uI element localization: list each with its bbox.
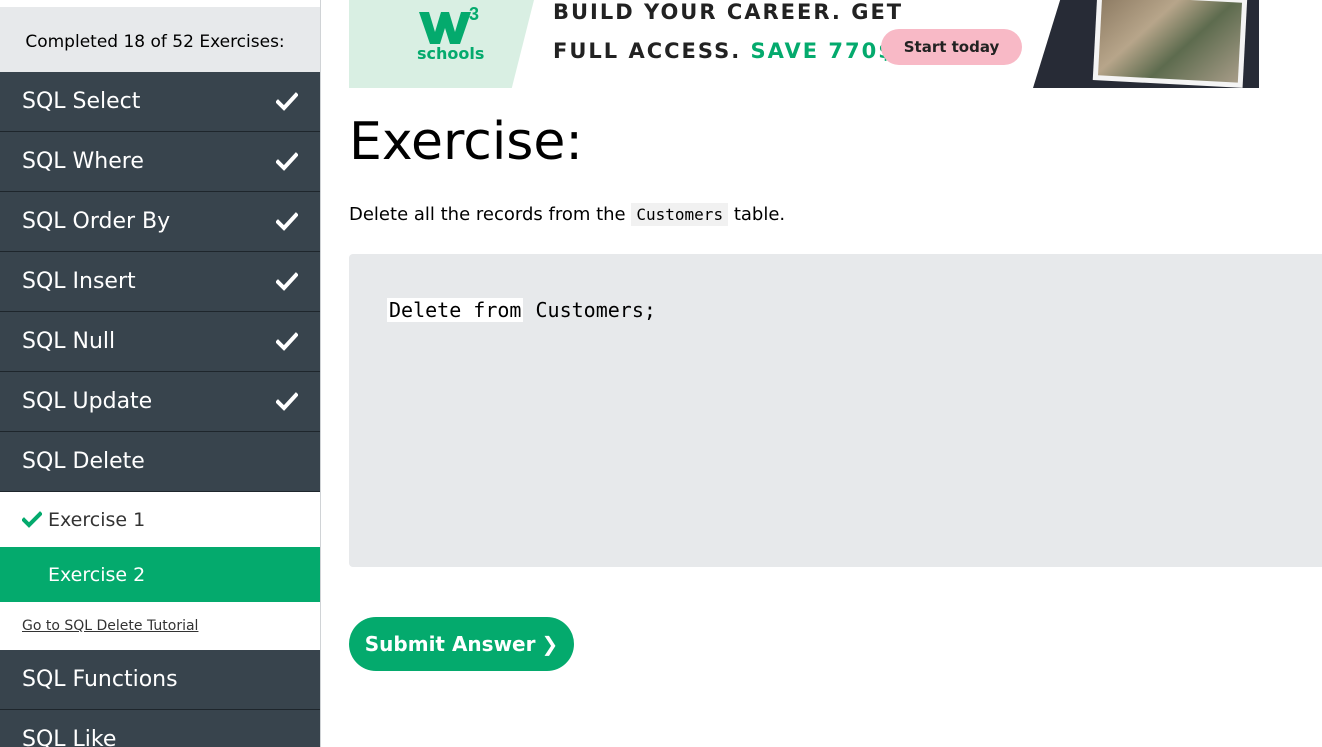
exercise-sidebar: Completed 18 of 52 Exercises: SQL Select… — [0, 0, 321, 747]
ad-headline-1: BUILD YOUR CAREER. GET — [553, 0, 904, 24]
code-line: Delete from Customers; — [387, 298, 656, 322]
ad-headline-2-accent: SAVE 770$ — [750, 39, 895, 63]
check-icon — [276, 271, 298, 293]
check-icon — [276, 151, 298, 173]
code-answer-input[interactable]: Delete from — [387, 298, 524, 322]
sidebar-item-sql-like[interactable]: SQL Like — [0, 710, 320, 747]
sidebar-item-label: SQL Order By — [22, 209, 171, 234]
sidebar-item-label: SQL Select — [22, 89, 141, 114]
ad-photo-image — [1098, 0, 1242, 83]
sidebar-item-sql-functions[interactable]: SQL Functions — [0, 650, 320, 710]
sidebar-item-sql-select[interactable]: SQL Select — [0, 72, 320, 132]
sidebar-item-sql-update[interactable]: SQL Update — [0, 372, 320, 432]
sidebar-subitem-exercise-1[interactable]: Exercise 1 — [0, 492, 320, 547]
tutorial-link-row: Go to SQL Delete Tutorial — [0, 602, 320, 650]
ad-start-today-button[interactable]: Start today — [881, 29, 1022, 65]
submit-answer-label: Submit Answer — [364, 632, 536, 656]
ad-headline-2: FULL ACCESS. SAVE 770$ — [553, 39, 895, 63]
exercise-desc-suffix: table. — [733, 204, 786, 225]
check-icon — [276, 331, 298, 353]
tutorial-link[interactable]: Go to SQL Delete Tutorial — [22, 618, 198, 634]
ad-photo — [1092, 0, 1248, 88]
sidebar-subitem-exercise-2[interactable]: Exercise 2 — [0, 547, 320, 602]
check-icon — [276, 91, 298, 113]
sidebar-item-sql-insert[interactable]: SQL Insert — [0, 252, 320, 312]
sidebar-item-label: SQL Like — [22, 727, 117, 747]
check-icon — [276, 391, 298, 413]
ad-banner[interactable]: 3 schools BUILD YOUR CAREER. GET FULL AC… — [349, 0, 1259, 88]
sidebar-item-sql-null[interactable]: SQL Null — [0, 312, 320, 372]
sidebar-subitem-label: Exercise 2 — [48, 563, 146, 586]
exercise-description: Delete all the records from the Customer… — [349, 203, 786, 226]
exercise-desc-code: Customers — [631, 203, 729, 226]
ad-headline-2-prefix: FULL ACCESS. — [553, 39, 742, 63]
ad-logo-superscript: 3 — [469, 4, 479, 24]
sidebar-item-sql-order-by[interactable]: SQL Order By — [0, 192, 320, 252]
ad-logo-text: schools — [417, 44, 485, 63]
sidebar-subitem-label: Exercise 1 — [48, 508, 146, 531]
progress-text: Completed 18 of 52 Exercises: — [25, 32, 285, 52]
check-icon — [276, 211, 298, 233]
sidebar-list: SQL Select SQL Where SQL Order By SQL In… — [0, 72, 320, 747]
sidebar-item-label: SQL Where — [22, 149, 144, 174]
code-exercise-box: Delete from Customers; — [349, 254, 1322, 567]
sidebar-item-sql-delete[interactable]: SQL Delete — [0, 432, 320, 492]
main-content: 3 schools BUILD YOUR CAREER. GET FULL AC… — [322, 0, 1322, 747]
exercise-title: Exercise: — [349, 112, 583, 172]
exercise-desc-prefix: Delete all the records from the — [349, 204, 626, 225]
submit-answer-button[interactable]: Submit Answer ❯ — [349, 617, 574, 671]
sidebar-item-label: SQL Update — [22, 389, 153, 414]
sidebar-item-label: SQL Insert — [22, 269, 136, 294]
sidebar-item-sql-where[interactable]: SQL Where — [0, 132, 320, 192]
sidebar-item-label: SQL Delete — [22, 449, 145, 474]
sidebar-item-label: SQL Null — [22, 329, 116, 354]
app-root: Completed 18 of 52 Exercises: SQL Select… — [0, 0, 1322, 747]
code-rest-text: Customers; — [523, 298, 656, 322]
sidebar-top-strip — [0, 0, 320, 7]
check-green-icon — [22, 510, 42, 530]
sidebar-item-label: SQL Functions — [22, 667, 178, 692]
chevron-right-icon: ❯ — [541, 632, 559, 656]
